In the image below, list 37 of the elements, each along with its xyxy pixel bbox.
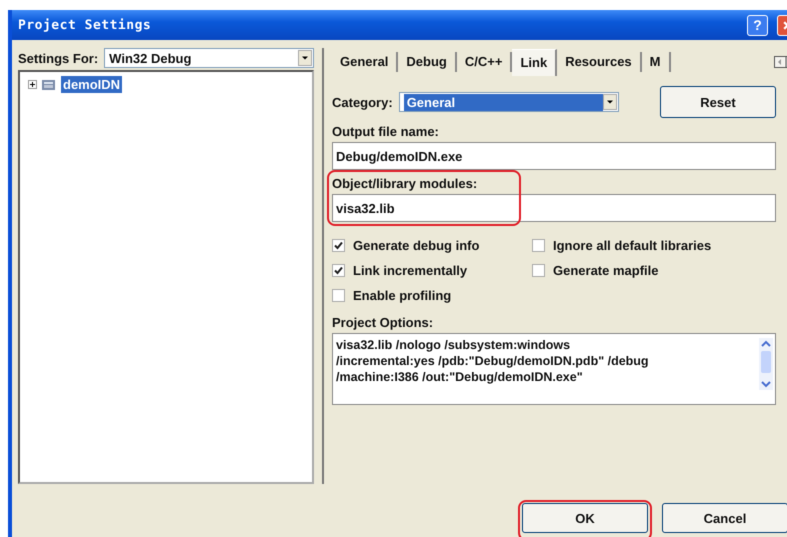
window-title: Project Settings [18,18,152,32]
tab[interactable]: Debug [398,52,457,72]
project-options-label: Project Options: [332,315,434,330]
modules-label: Object/library modules: [332,176,478,191]
tab[interactable]: General [332,52,398,72]
checkbox[interactable] [332,264,345,277]
options-text-line: visa32.lib /nologo /subsystem:windows [336,337,572,353]
settings-for-label: Settings For: [18,50,98,66]
options-text-line: /machine:I386 /out:"Debug/demoIDN.exe" [336,369,584,385]
tab[interactable]: Resources [557,52,642,72]
checkbox-label: Link incrementally [353,263,468,278]
tree-item[interactable]: demoIDN [61,76,122,93]
dialog-button[interactable]: OK [522,503,648,533]
project-options-field[interactable]: visa32.lib /nologo /subsystem:windows /incremental:yes /pdb:"Debug/demoIDN.pdb" /debug /machine:I386 /out:"Debug/demoIDN.exe" [332,333,776,405]
scrollbar-icon[interactable] [759,338,773,390]
checkbox-label: Enable profiling [353,288,452,303]
dialog-button[interactable]: Cancel [662,503,787,533]
category-dropdown[interactable]: General [398,92,619,112]
checkbox[interactable] [532,264,545,277]
tab[interactable]: M [642,52,671,72]
checkbox-label: Generate mapfile [553,263,658,278]
tab[interactable]: Link [512,48,558,76]
settings-for-dropdown[interactable]: Win32 Debug [104,48,314,68]
checkbox[interactable] [332,289,345,302]
checkbox-label: Generate debug info [353,238,480,253]
output-file-label: Output file name: [332,124,440,139]
modules-field[interactable]: visa32.lib [332,194,776,222]
expand-icon[interactable] [28,80,37,89]
help-button[interactable]: ? [747,14,768,36]
project-icon [41,78,57,92]
output-file-field[interactable]: Debug/demoIDN.exe [332,142,776,170]
category-label: Category: [332,94,393,110]
checkbox[interactable] [532,239,545,252]
checkbox[interactable] [332,239,345,252]
options-text-line: /incremental:yes /pdb:"Debug/demoIDN.pdb" /debug [336,353,650,369]
reset-button[interactable]: Reset [660,86,776,118]
checkbox-label: Ignore all default libraries [553,238,712,253]
